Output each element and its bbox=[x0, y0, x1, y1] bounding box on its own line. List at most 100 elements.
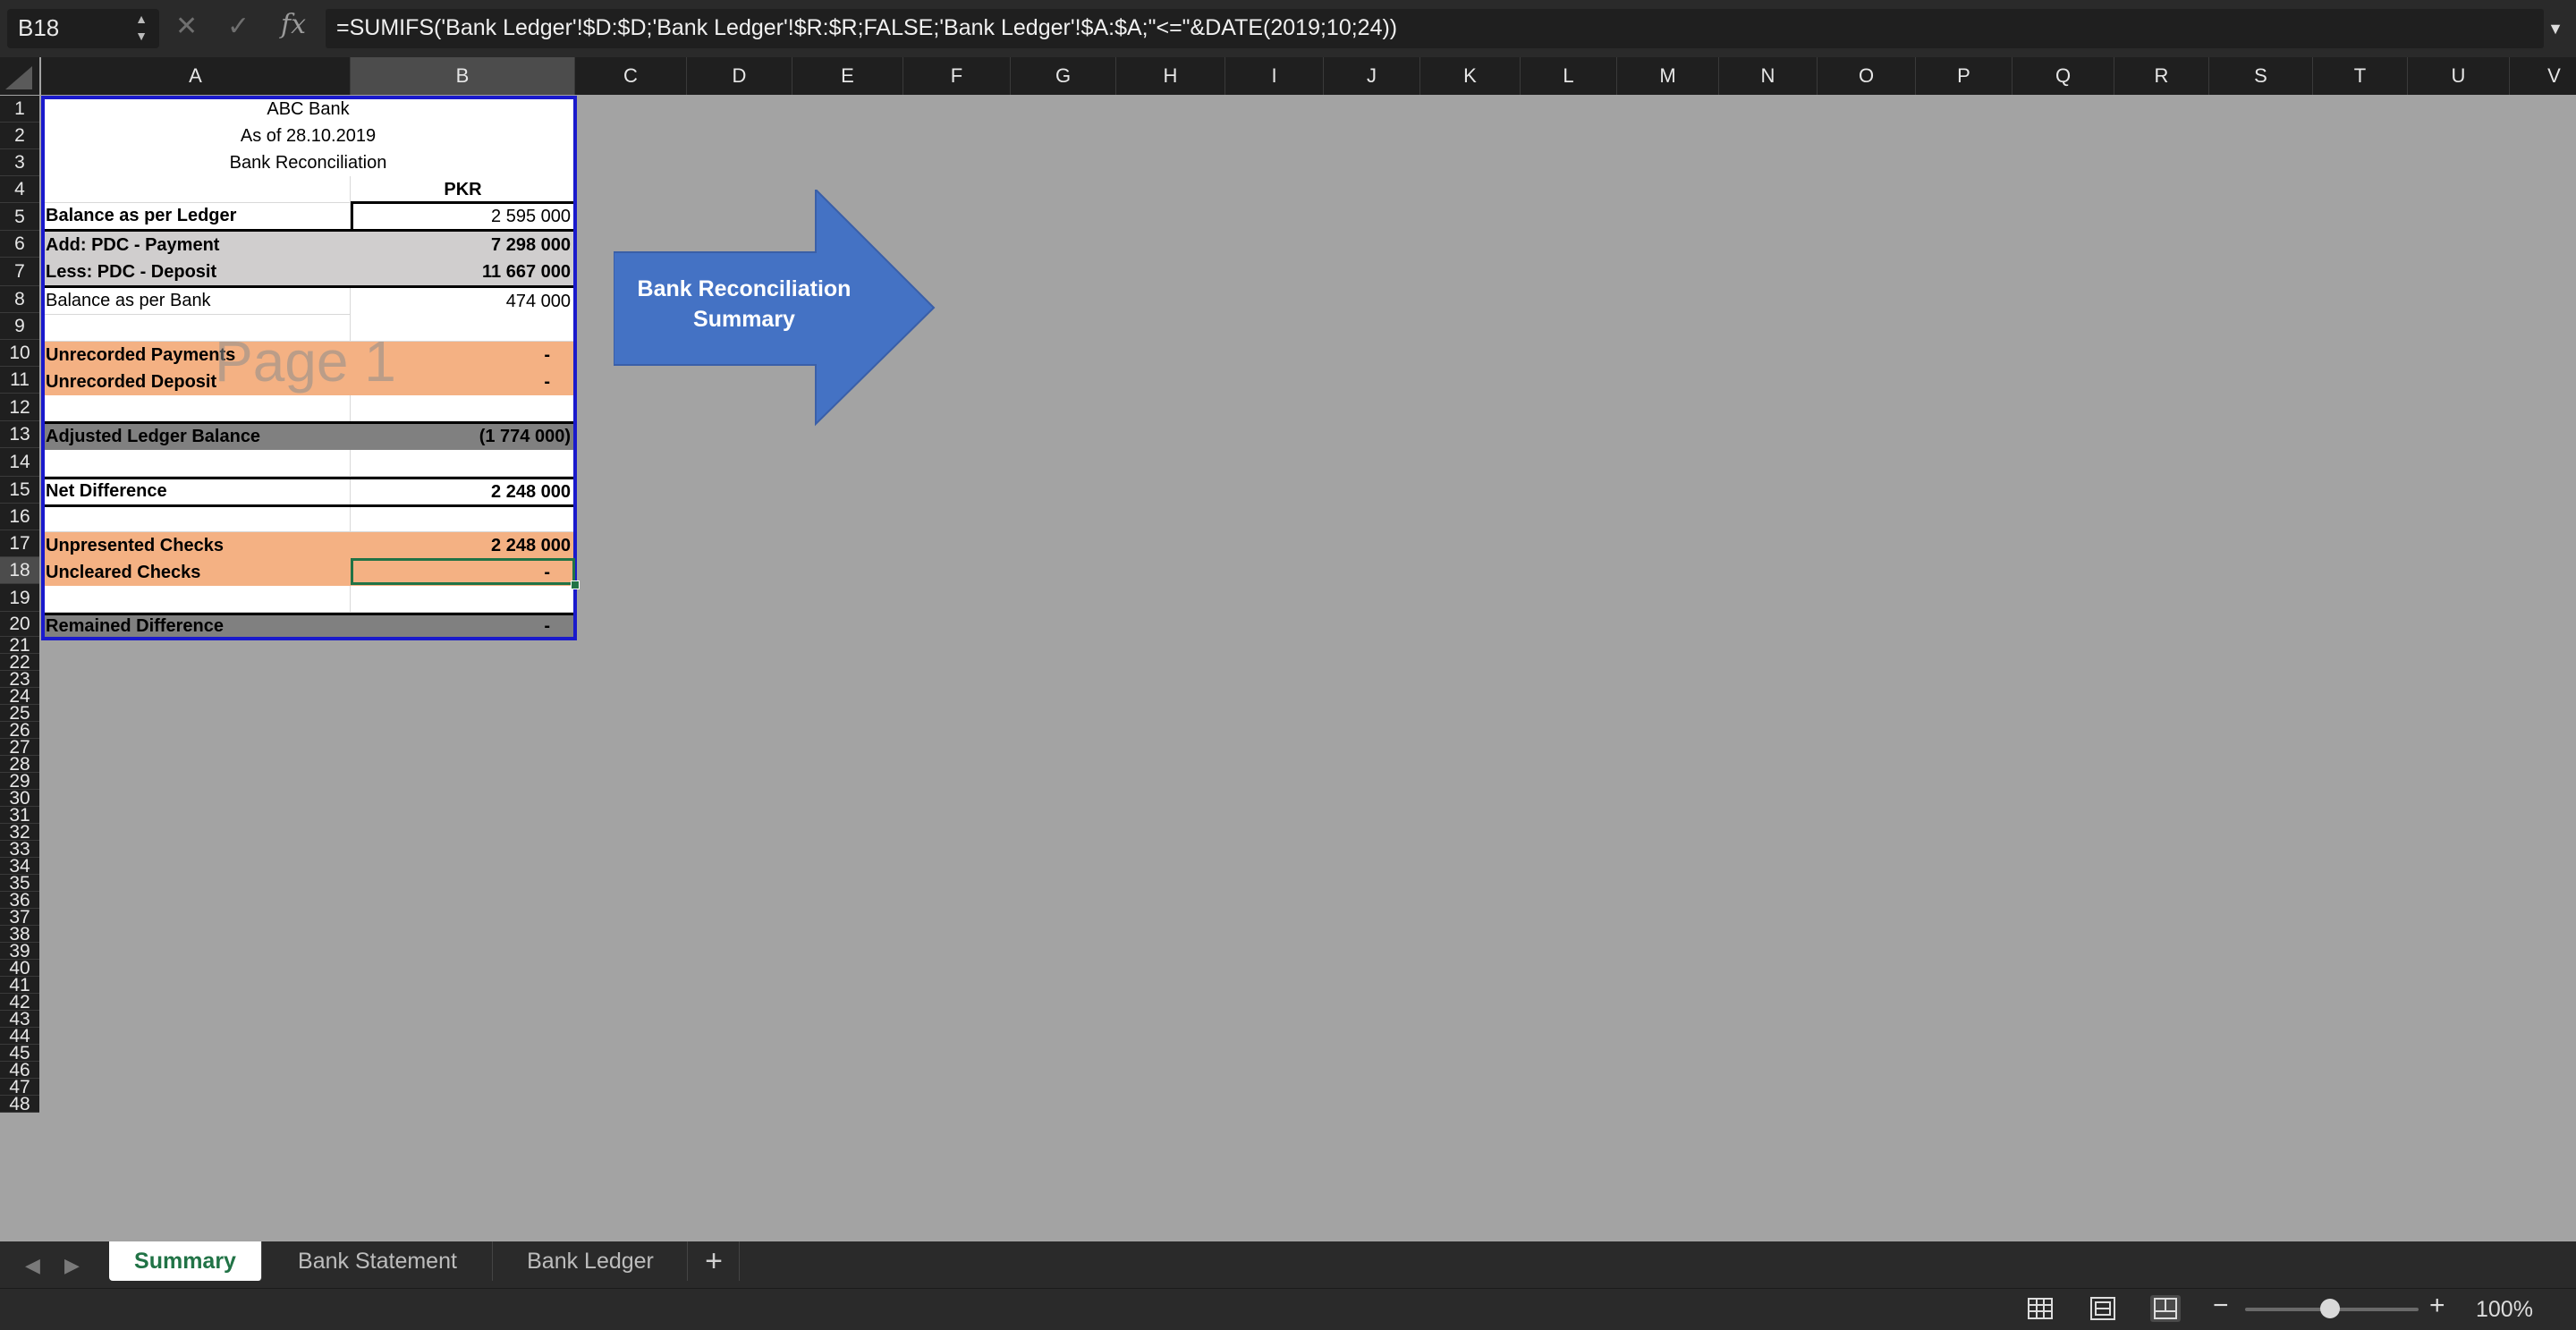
row-header-24[interactable]: 24 bbox=[0, 688, 39, 705]
cell-b9[interactable] bbox=[351, 315, 575, 342]
row-header-22[interactable]: 22 bbox=[0, 654, 39, 671]
balance-ledger-label[interactable]: Balance as per Ledger bbox=[41, 203, 351, 230]
row-header-4[interactable]: 4 bbox=[0, 176, 39, 203]
row-header-47[interactable]: 47 bbox=[0, 1079, 39, 1096]
add-sheet-button[interactable]: + bbox=[689, 1241, 740, 1281]
cell-a14[interactable] bbox=[41, 450, 351, 477]
cell-a19[interactable] bbox=[41, 586, 351, 613]
column-header-e[interactable]: E bbox=[792, 57, 903, 95]
row-header-31[interactable]: 31 bbox=[0, 807, 39, 824]
row-header-8[interactable]: 8 bbox=[0, 286, 39, 313]
column-header-a[interactable]: A bbox=[41, 57, 351, 95]
title-cell[interactable]: ABC Bank bbox=[41, 96, 575, 123]
name-box[interactable]: B18 ▲ ▼ bbox=[7, 9, 159, 48]
row-header-11[interactable]: 11 bbox=[0, 367, 39, 394]
balance-bank-label[interactable]: Balance as per Bank bbox=[41, 288, 351, 315]
row-header-1[interactable]: 1 bbox=[0, 96, 39, 123]
row-header-6[interactable]: 6 bbox=[0, 231, 39, 258]
check-icon[interactable]: ✓ bbox=[227, 11, 250, 42]
row-header-25[interactable]: 25 bbox=[0, 705, 39, 722]
less-pdc-value[interactable]: 11 667 000 bbox=[351, 258, 575, 285]
column-header-r[interactable]: R bbox=[2114, 57, 2209, 95]
active-cell-outline[interactable] bbox=[351, 558, 575, 585]
row-header-20[interactable]: 20 bbox=[0, 612, 39, 637]
column-header-d[interactable]: D bbox=[687, 57, 792, 95]
formula-input[interactable]: =SUMIFS('Bank Ledger'!$D:$D;'Bank Ledger… bbox=[326, 9, 2544, 48]
column-header-k[interactable]: K bbox=[1420, 57, 1521, 95]
zoom-level[interactable]: 100% bbox=[2476, 1297, 2533, 1323]
row-header-5[interactable]: 5 bbox=[0, 203, 39, 231]
tab-bank-ledger[interactable]: Bank Ledger bbox=[494, 1241, 688, 1281]
column-header-o[interactable]: O bbox=[1818, 57, 1916, 95]
row-header-37[interactable]: 37 bbox=[0, 909, 39, 926]
page-break-preview-icon[interactable] bbox=[2150, 1295, 2181, 1322]
row-header-41[interactable]: 41 bbox=[0, 977, 39, 994]
tab-scroll-right-icon[interactable]: ▶ bbox=[64, 1254, 80, 1277]
arrow-shape-label[interactable]: Bank Reconciliation Summary bbox=[614, 274, 875, 335]
balance-bank-value[interactable]: 474 000 bbox=[351, 288, 575, 315]
row-header-33[interactable]: 33 bbox=[0, 841, 39, 858]
less-pdc-label[interactable]: Less: PDC - Deposit bbox=[41, 258, 351, 285]
unpresented-checks-label[interactable]: Unpresented Checks bbox=[41, 532, 351, 559]
select-all-icon[interactable] bbox=[5, 66, 32, 89]
column-header-v[interactable]: V bbox=[2510, 57, 2576, 95]
fill-handle[interactable] bbox=[571, 580, 580, 589]
adjusted-ledger-value[interactable]: (1 774 000) bbox=[351, 423, 575, 450]
row-header-7[interactable]: 7 bbox=[0, 258, 39, 286]
uncleared-checks-label[interactable]: Uncleared Checks bbox=[41, 559, 351, 586]
cell-a9[interactable] bbox=[41, 315, 351, 342]
add-pdc-label[interactable]: Add: PDC - Payment bbox=[41, 232, 351, 258]
row-header-48[interactable]: 48 bbox=[0, 1096, 39, 1113]
row-header-23[interactable]: 23 bbox=[0, 671, 39, 688]
column-header-i[interactable]: I bbox=[1225, 57, 1324, 95]
column-header-b[interactable]: B bbox=[351, 57, 575, 95]
subtitle-cell[interactable]: Bank Reconciliation bbox=[41, 149, 575, 176]
net-difference-value[interactable]: 2 248 000 bbox=[351, 479, 575, 505]
cell-a16[interactable] bbox=[41, 505, 351, 532]
normal-view-icon[interactable] bbox=[2025, 1295, 2055, 1322]
unrecorded-deposit-value[interactable]: - bbox=[351, 369, 575, 395]
row-header-18[interactable]: 18 bbox=[0, 557, 39, 584]
row-header-28[interactable]: 28 bbox=[0, 756, 39, 773]
formula-text[interactable]: =SUMIFS('Bank Ledger'!$D:$D;'Bank Ledger… bbox=[336, 15, 1397, 41]
row-header-40[interactable]: 40 bbox=[0, 960, 39, 977]
column-header-s[interactable]: S bbox=[2209, 57, 2313, 95]
column-header-t[interactable]: T bbox=[2313, 57, 2408, 95]
row-header-45[interactable]: 45 bbox=[0, 1045, 39, 1062]
row-header-44[interactable]: 44 bbox=[0, 1028, 39, 1045]
column-header-u[interactable]: U bbox=[2408, 57, 2510, 95]
row-header-34[interactable]: 34 bbox=[0, 858, 39, 875]
column-header-j[interactable]: J bbox=[1324, 57, 1420, 95]
row-header-9[interactable]: 9 bbox=[0, 313, 39, 340]
row-header-38[interactable]: 38 bbox=[0, 926, 39, 943]
row-header-43[interactable]: 43 bbox=[0, 1011, 39, 1028]
row-header-21[interactable]: 21 bbox=[0, 637, 39, 654]
row-header-36[interactable]: 36 bbox=[0, 892, 39, 909]
tab-summary[interactable]: Summary bbox=[109, 1241, 262, 1281]
row-header-3[interactable]: 3 bbox=[0, 149, 39, 176]
unrecorded-deposit-label[interactable]: Unrecorded Deposit bbox=[41, 369, 351, 395]
row-header-46[interactable]: 46 bbox=[0, 1062, 39, 1079]
row-header-19[interactable]: 19 bbox=[0, 584, 39, 612]
adjusted-ledger-label[interactable]: Adjusted Ledger Balance bbox=[41, 423, 351, 450]
cell-b19[interactable] bbox=[351, 586, 575, 613]
name-box-value[interactable]: B18 bbox=[18, 14, 59, 42]
column-header-h[interactable]: H bbox=[1116, 57, 1225, 95]
row-header-14[interactable]: 14 bbox=[0, 448, 39, 477]
row-header-26[interactable]: 26 bbox=[0, 722, 39, 739]
row-header-16[interactable]: 16 bbox=[0, 504, 39, 530]
unrecorded-payments-value[interactable]: - bbox=[351, 342, 575, 369]
zoom-in-icon[interactable]: + bbox=[2429, 1291, 2445, 1321]
column-header-m[interactable]: M bbox=[1617, 57, 1719, 95]
balance-ledger-value[interactable]: 2 595 000 bbox=[351, 203, 575, 230]
column-header-q[interactable]: Q bbox=[2012, 57, 2114, 95]
row-header-15[interactable]: 15 bbox=[0, 477, 39, 504]
cell-a12[interactable] bbox=[41, 395, 351, 422]
column-header-p[interactable]: P bbox=[1916, 57, 2012, 95]
date-cell[interactable]: As of 28.10.2019 bbox=[41, 123, 575, 149]
column-header-c[interactable]: C bbox=[575, 57, 687, 95]
row-header-27[interactable]: 27 bbox=[0, 739, 39, 756]
net-difference-label[interactable]: Net Difference bbox=[41, 479, 351, 505]
remained-difference-value[interactable]: - bbox=[351, 614, 575, 639]
name-box-stepper-icon[interactable]: ▲ ▼ bbox=[132, 11, 150, 47]
